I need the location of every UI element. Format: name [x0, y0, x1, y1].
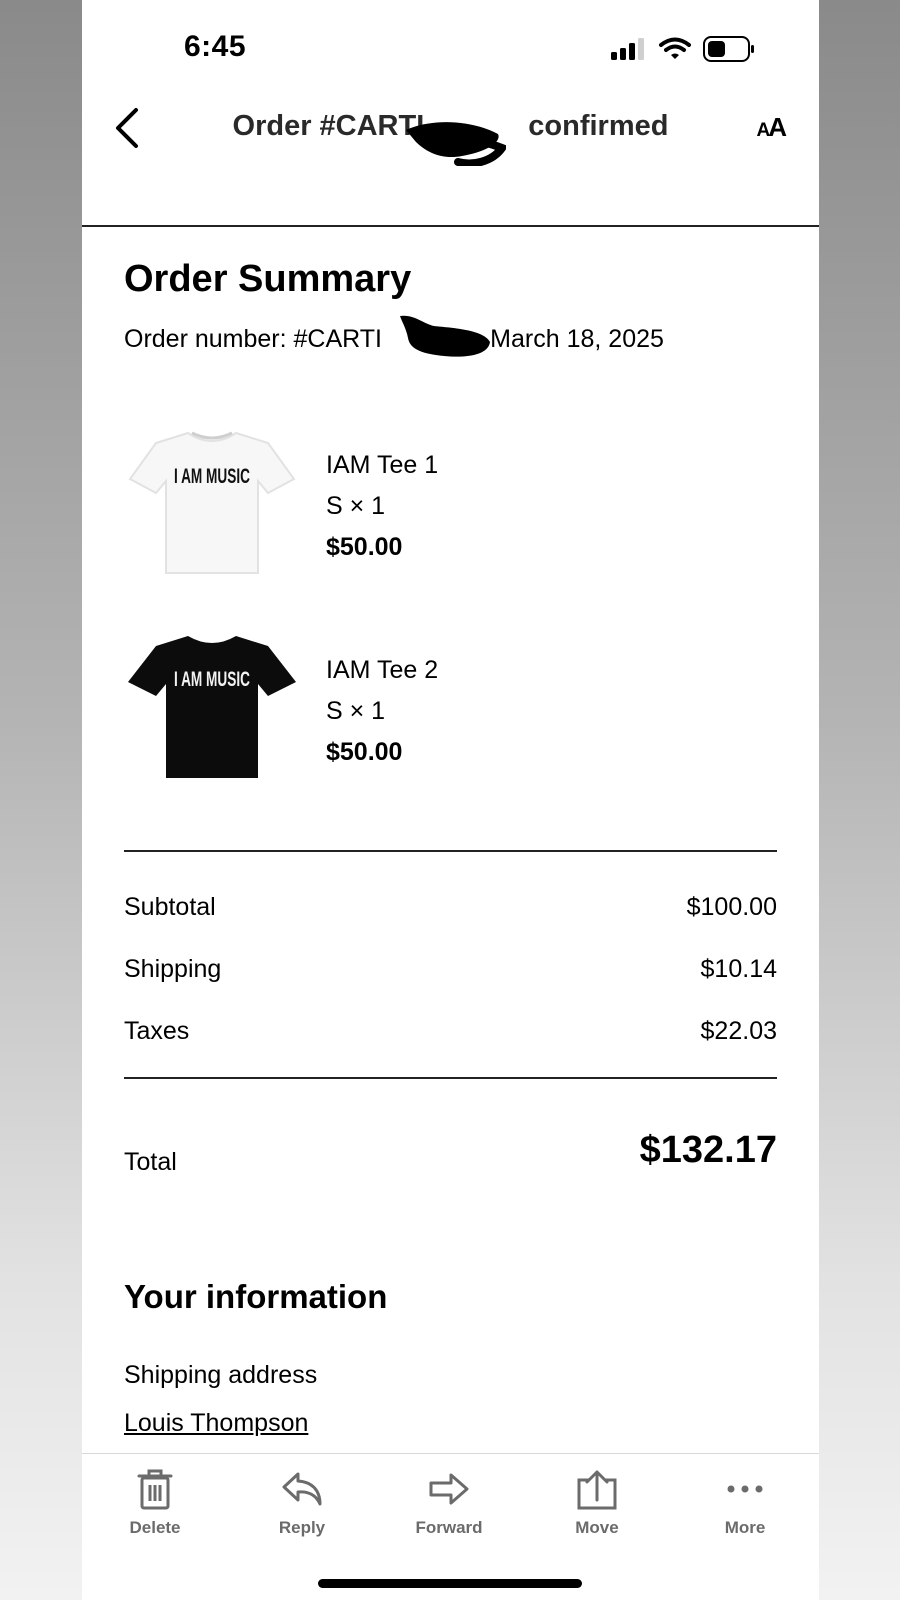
- shipping-row: Shipping $10.14: [124, 955, 777, 984]
- item-price: $50.00: [326, 533, 403, 561]
- mail-action-toolbar: Delete Reply Forward Move More: [82, 1453, 819, 1600]
- status-icons: [611, 34, 755, 64]
- cellular-signal-icon: [611, 38, 644, 60]
- shipping-address-label: Shipping address: [124, 1361, 318, 1389]
- ellipsis-icon: [727, 1485, 763, 1493]
- shirt-print-text: I AM MUSIC: [174, 668, 250, 691]
- item-variant: S × 1: [326, 697, 386, 725]
- subtotal-label: Subtotal: [124, 893, 216, 921]
- forward-label: Forward: [415, 1518, 483, 1537]
- item-variant: S × 1: [326, 492, 386, 520]
- reply-button[interactable]: Reply: [242, 1468, 362, 1538]
- shipping-label: Shipping: [124, 955, 222, 983]
- move-button[interactable]: Move: [537, 1468, 657, 1538]
- redaction-scribble: [400, 315, 490, 357]
- divider: [124, 850, 777, 852]
- wifi-icon: [659, 37, 691, 59]
- taxes-value: $22.03: [700, 1017, 777, 1045]
- more-label: More: [724, 1518, 766, 1537]
- item-price: $50.00: [326, 738, 403, 766]
- redaction-scribble: [406, 122, 506, 166]
- order-item: I AM MUSIC IAM Tee 2 S × 1 $50.00: [124, 628, 777, 788]
- divider: [124, 1077, 777, 1079]
- subject-prefix: Order #CARTI: [232, 110, 425, 142]
- forward-icon: [429, 1473, 469, 1505]
- total-label: Total: [124, 1148, 177, 1176]
- forward-button[interactable]: Forward: [389, 1468, 509, 1538]
- home-indicator[interactable]: [318, 1579, 582, 1588]
- order-number-prefix: Order number: #CARTI: [124, 325, 382, 353]
- item-name: IAM Tee 2: [326, 656, 439, 684]
- subtotal-row: Subtotal $100.00: [124, 893, 777, 922]
- order-item: I AM MUSIC IAM Tee 1 S × 1 $50.00: [124, 423, 777, 583]
- shirt-body: [128, 636, 296, 778]
- reply-label: Reply: [278, 1518, 326, 1537]
- order-date: - March 18, 2025: [467, 325, 664, 353]
- customer-name-link[interactable]: Louis Thompson: [124, 1409, 308, 1438]
- header-divider: [82, 225, 819, 227]
- text-size-button[interactable]: AA: [756, 112, 787, 143]
- subject-suffix: confirmed: [528, 110, 669, 142]
- tshirt-image-white: I AM MUSIC: [128, 431, 296, 574]
- status-time: 6:45: [184, 30, 247, 63]
- move-label: Move: [575, 1518, 619, 1537]
- order-summary-heading: Order Summary: [124, 258, 412, 300]
- tshirt-image-black: I AM MUSIC: [128, 636, 296, 778]
- item-details: IAM Tee 2 S × 1 $50.00: [326, 650, 438, 773]
- subtotal-value: $100.00: [686, 893, 777, 921]
- text-size-small-glyph: A: [756, 120, 770, 141]
- more-button[interactable]: More: [685, 1468, 805, 1538]
- taxes-label: Taxes: [124, 1017, 190, 1045]
- taxes-row: Taxes $22.03: [124, 1017, 777, 1046]
- total-value: $132.17: [639, 1129, 777, 1171]
- shirt-print-text: I AM MUSIC: [174, 465, 250, 488]
- back-chevron-icon[interactable]: [108, 104, 144, 152]
- battery-icon: [703, 36, 754, 62]
- shipping-value: $10.14: [700, 955, 777, 983]
- item-name: IAM Tee 1: [326, 451, 439, 479]
- trash-icon: [137, 1469, 173, 1510]
- text-size-large-glyph: A: [768, 112, 787, 142]
- item-details: IAM Tee 1 S × 1 $50.00: [326, 445, 438, 568]
- email-screen: 6:45 Order #CARTI confirmed AA Order Sum…: [82, 0, 819, 1600]
- move-to-folder-icon: [577, 1470, 617, 1510]
- shirt-body: [128, 431, 296, 574]
- reply-icon: [282, 1472, 322, 1506]
- your-information-heading: Your information: [124, 1278, 388, 1315]
- delete-label: Delete: [129, 1518, 181, 1537]
- delete-button[interactable]: Delete: [95, 1468, 215, 1538]
